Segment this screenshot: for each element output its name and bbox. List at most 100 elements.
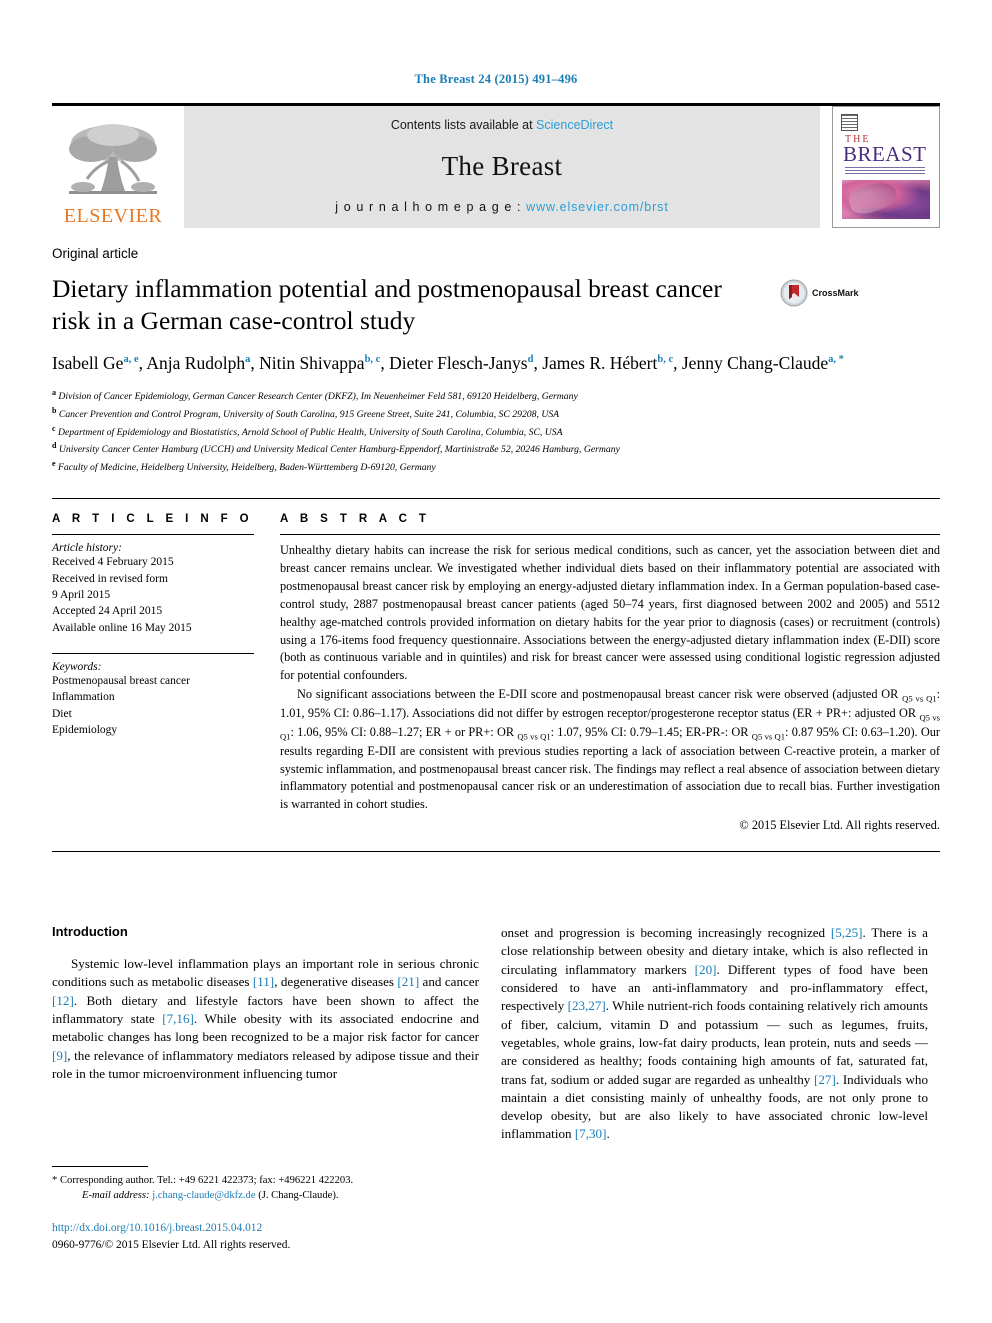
crossmark-label: CrossMark <box>812 288 859 298</box>
crossmark-badge[interactable]: CrossMark <box>780 279 859 307</box>
body-text: . <box>606 1126 610 1142</box>
cover-subtitle-lines <box>845 167 925 176</box>
journal-homepage-line: j o u r n a l h o m e p a g e : www.else… <box>335 200 668 214</box>
article-history-item: Available online 16 May 2015 <box>52 621 192 634</box>
body-column-right: onset and progression is becoming increa… <box>501 924 928 1254</box>
author-entry: Dieter Flesch-Janysd, <box>389 353 542 373</box>
author-entry: Isabell Gea, e, <box>52 353 146 373</box>
author-separator: , <box>250 353 260 374</box>
author-entry: James R. Hébertb, c, <box>542 353 682 373</box>
citation-ref[interactable]: [12] <box>52 993 74 1008</box>
introduction-paragraph-left: Systemic low-level inflammation plays an… <box>52 955 479 1083</box>
article-history-item: Received 4 February 2015 <box>52 556 174 569</box>
sciencedirect-link[interactable]: ScienceDirect <box>536 118 613 132</box>
author-entry: Nitin Shivappab, c, <box>259 353 389 373</box>
running-head: The Breast 24 (2015) 491–496 <box>414 72 578 86</box>
affiliation-text: Department of Epidemiology and Biostatis… <box>57 426 563 438</box>
keyword-item: Postmenopausal breast cancer <box>52 675 190 688</box>
author-entry: Anja Rudolpha, <box>146 353 259 373</box>
body-text: and cancer <box>419 974 479 990</box>
abstract-paragraph: Unhealthy dietary habits can increase th… <box>280 543 940 683</box>
doi-block: http://dx.doi.org/10.1016/j.breast.2015.… <box>52 1220 479 1254</box>
article-info-column: A R T I C L E I N F O Article history: R… <box>52 513 280 834</box>
author-name: Dieter Flesch-Janys <box>389 353 528 374</box>
info-abstract-block: A R T I C L E I N F O Article history: R… <box>52 498 940 834</box>
affiliation-mark: b <box>52 405 57 415</box>
journal-cover-thumbnail: THE BREAST <box>832 106 940 228</box>
introduction-paragraph-right: onset and progression is becoming increa… <box>501 924 928 1144</box>
abstract-text: : 1.07, 95% CI: 0.79–1.45; ER-PR-: OR <box>550 724 752 739</box>
affiliation-text: University Cancer Center Hamburg (UCCH) … <box>58 444 620 456</box>
body-columns: Introduction Systemic low-level inflamma… <box>52 924 940 1254</box>
affiliation-mark: c <box>52 423 56 433</box>
footnote-block: * Corresponding author. Tel.: +49 6221 4… <box>52 1165 479 1254</box>
author-affiliation-marks: b, c <box>657 354 674 366</box>
journal-masthead: ELSEVIER Contents lists available at Sci… <box>52 103 940 228</box>
abstract-text: : 1.06, 95% CI: 0.88–1.27; ER + or PR+: … <box>290 724 518 739</box>
copyright-line: © 2015 Elsevier Ltd. All rights reserved… <box>739 818 940 833</box>
citation-ref[interactable]: [5,25] <box>831 925 863 940</box>
cover-journal-title: BREAST <box>843 142 927 166</box>
article-history-item: Accepted 24 April 2015 <box>52 605 163 618</box>
email-link[interactable]: j.chang-claude@dkfz.de <box>152 1190 255 1201</box>
author-name: Nitin Shivappa <box>259 353 365 374</box>
affiliation-list: a Division of Cancer Epidemiology, Germa… <box>52 387 940 477</box>
citation-ref[interactable]: [27] <box>814 1072 836 1087</box>
body-text: , degenerative diseases <box>274 974 398 990</box>
citation-ref[interactable]: [7,30] <box>575 1126 607 1141</box>
abstract-paragraph: No significant associations between the … <box>280 686 940 814</box>
citation-ref[interactable]: [21] <box>397 974 419 989</box>
author-separator: , <box>380 353 390 374</box>
body-column-left: Introduction Systemic low-level inflamma… <box>52 924 479 1254</box>
body-text: , the relevance of inflammatory mediator… <box>52 1047 479 1081</box>
citation-ref[interactable]: [11] <box>253 974 274 989</box>
elsevier-wordmark: ELSEVIER <box>63 205 163 227</box>
homepage-label: j o u r n a l h o m e p a g e : <box>335 200 527 214</box>
corresponding-author-note: * Corresponding author. Tel.: +49 6221 4… <box>52 1173 479 1204</box>
author-name: Jenny Chang-Claude <box>681 353 829 374</box>
elsevier-logo: ELSEVIER <box>52 106 174 228</box>
doi-link[interactable]: http://dx.doi.org/10.1016/j.breast.2015.… <box>52 1222 262 1234</box>
citation-ref[interactable]: [23,27] <box>568 998 606 1013</box>
title-row: Dietary inflammation potential and postm… <box>52 273 940 337</box>
citation-ref[interactable]: [9] <box>52 1048 67 1063</box>
keyword-item: Epidemiology <box>52 724 118 737</box>
divider <box>52 534 254 536</box>
affiliation-item: c Department of Epidemiology and Biostat… <box>52 423 940 441</box>
contents-available-line: Contents lists available at ScienceDirec… <box>391 118 613 132</box>
affiliation-item: d University Cancer Center Hamburg (UCCH… <box>52 440 940 458</box>
citation-ref[interactable]: [20] <box>695 962 717 977</box>
abstract-subscript: Q5 vs Q1 <box>517 731 551 742</box>
abstract-subscript: Q5 vs Q1 <box>902 693 937 704</box>
affiliation-mark: e <box>52 459 56 469</box>
email-suffix: (J. Chang-Claude). <box>258 1190 339 1202</box>
author-entry: Jenny Chang-Claudea, * <box>682 353 844 373</box>
author-separator: , <box>533 353 543 374</box>
abstract-body: Unhealthy dietary habits can increase th… <box>280 542 940 834</box>
affiliation-item: e Faculty of Medicine, Heidelberg Univer… <box>52 458 940 476</box>
cover-barcode-icon <box>841 114 858 131</box>
contents-prefix: Contents lists available at <box>390 118 537 132</box>
corresponding-author-text: Corresponding author. Tel.: +49 6221 422… <box>59 1174 354 1186</box>
journal-homepage-link[interactable]: www.elsevier.com/brst <box>526 200 669 214</box>
author-affiliation-marks: a, e <box>123 354 139 366</box>
citation-ref[interactable]: [7,16] <box>162 1011 194 1026</box>
abstract-column: A B S T R A C T Unhealthy dietary habits… <box>280 513 940 834</box>
keyword-item: Inflammation <box>52 691 115 704</box>
article-history-item: 9 April 2015 <box>52 589 111 602</box>
author-name: Anja Rudolph <box>146 353 246 374</box>
affiliation-mark: a <box>52 387 56 397</box>
journal-banner: Contents lists available at ScienceDirec… <box>184 106 820 228</box>
section-heading-introduction: Introduction <box>52 923 128 939</box>
divider <box>52 653 254 655</box>
author-name: Isabell Ge <box>52 353 124 374</box>
email-label: E-mail address: <box>82 1190 150 1202</box>
affiliation-text: Faculty of Medicine, Heidelberg Universi… <box>57 462 436 474</box>
abstract-subscript: Q5 vs Q1 <box>751 731 786 742</box>
abstract-text: No significant associations between the … <box>297 687 903 702</box>
journal-title: The Breast <box>441 150 563 181</box>
footnote-marker: * <box>52 1174 58 1186</box>
article-info-heading: A R T I C L E I N F O <box>52 513 254 526</box>
author-list: Isabell Gea, e, Anja Rudolpha, Nitin Shi… <box>52 351 882 376</box>
crossmark-icon <box>780 279 808 307</box>
